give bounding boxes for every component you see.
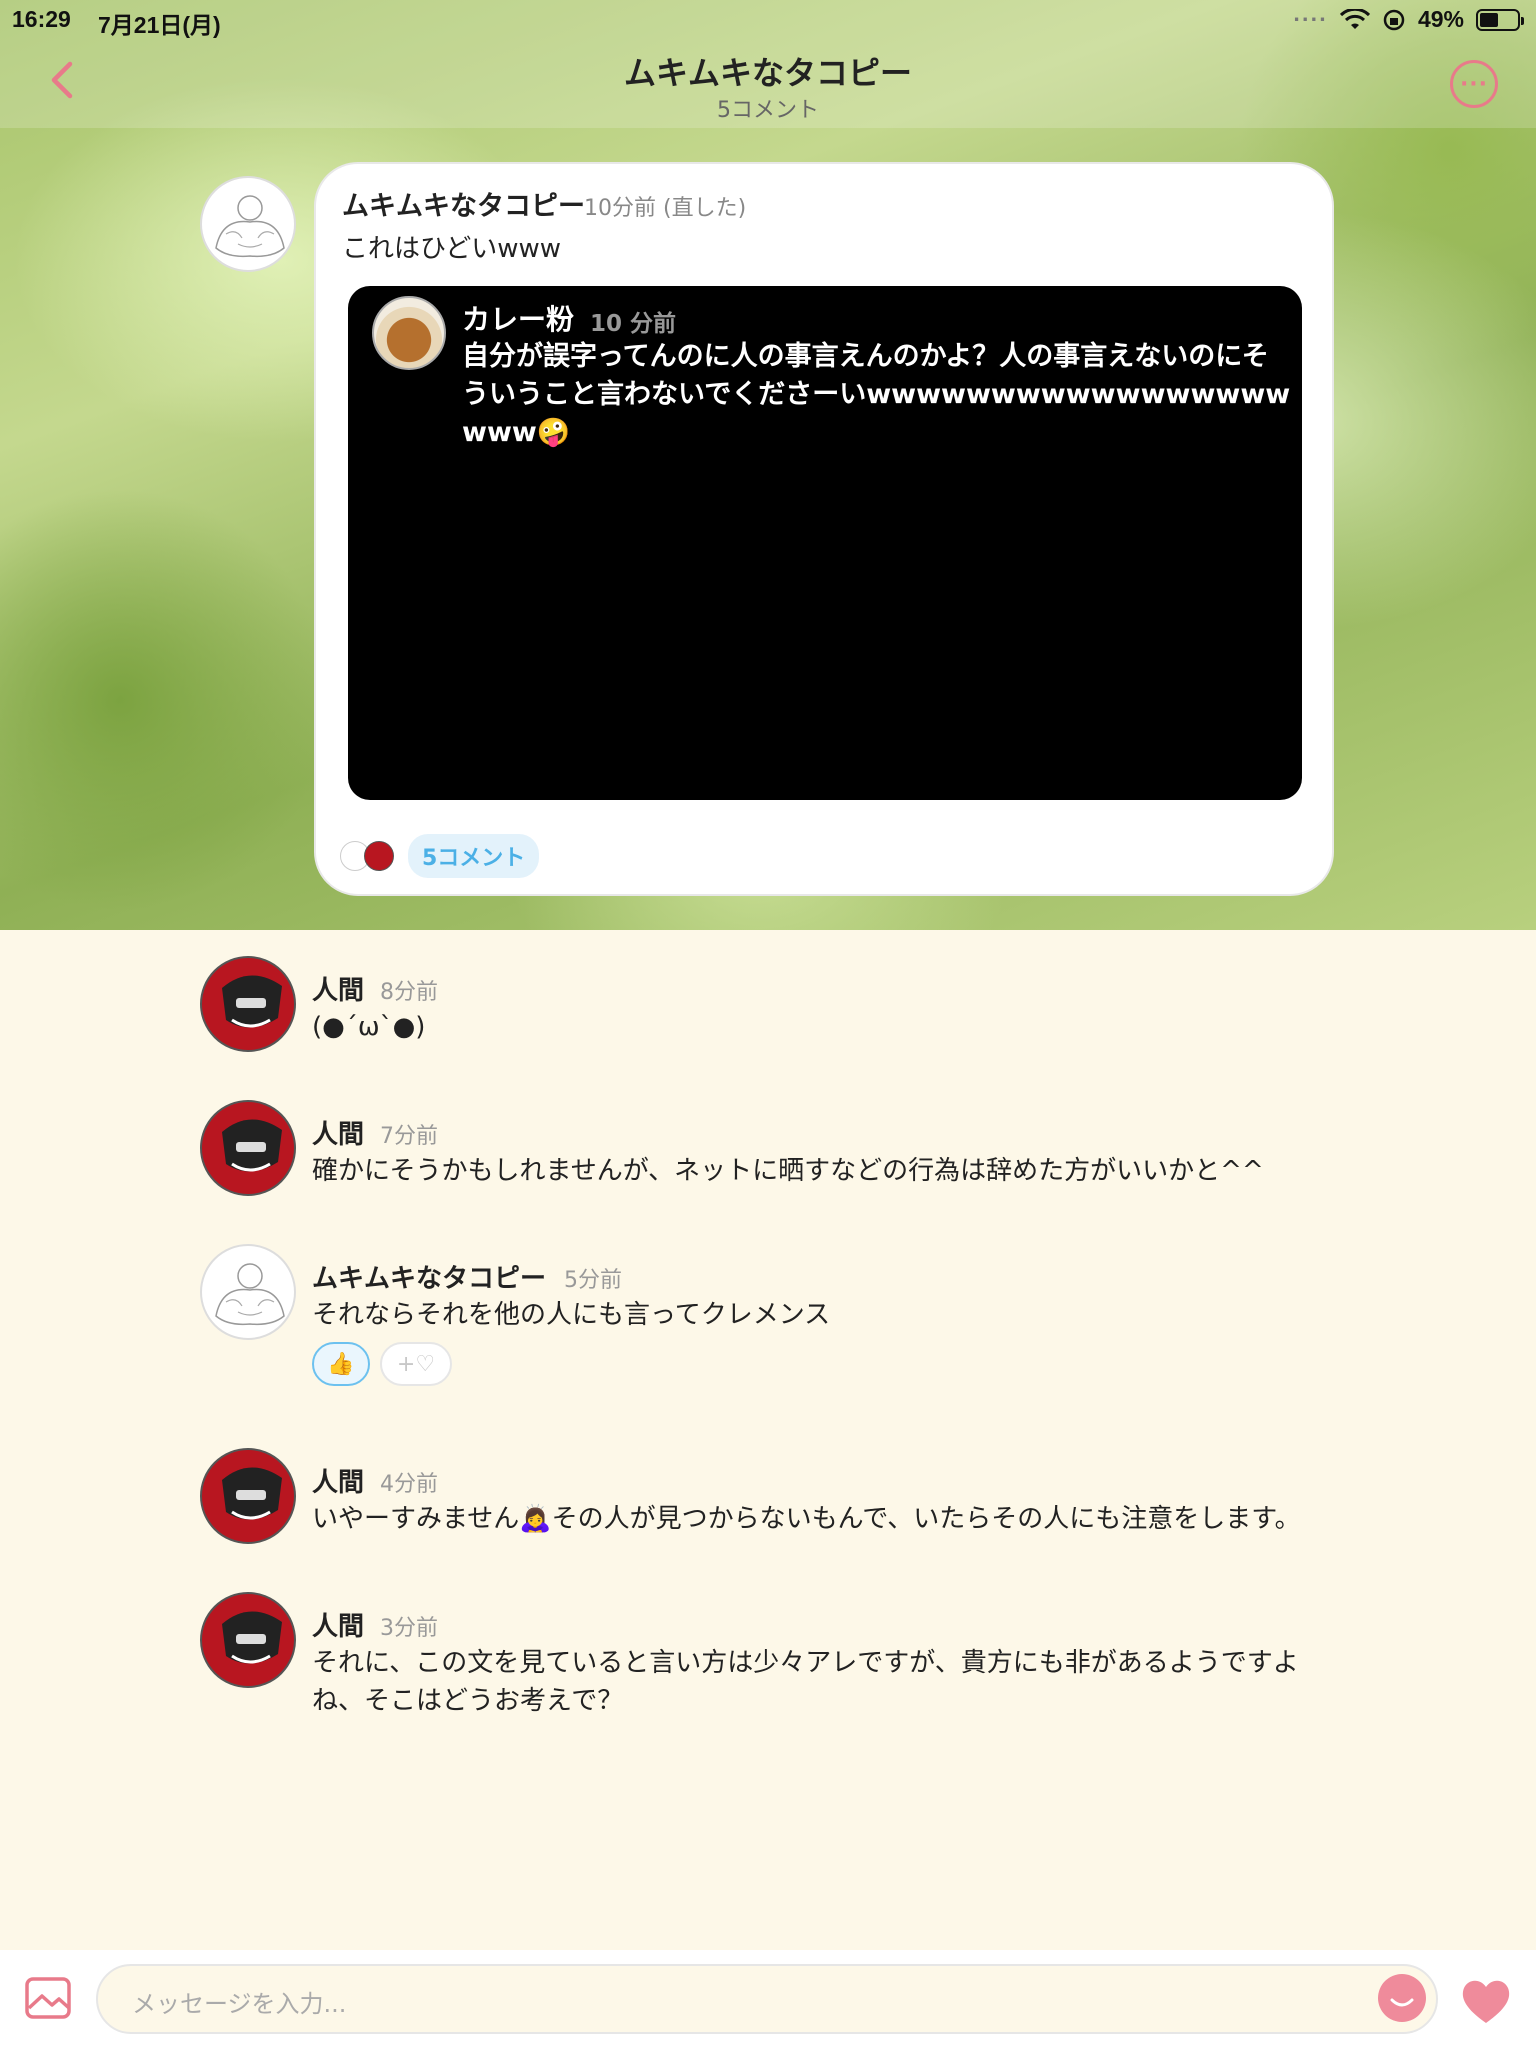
quoted-post[interactable]: カレー粉 10 分前 自分が誤字ってんのに人の事言えんのかよ？人の事言えないのに… bbox=[348, 286, 1302, 800]
status-indicators: ···· 49% bbox=[1293, 6, 1524, 33]
status-time: 16:29 bbox=[12, 6, 71, 32]
avatar[interactable] bbox=[200, 1244, 296, 1340]
emoji-icon[interactable] bbox=[1378, 1974, 1426, 2022]
anime-character-icon bbox=[222, 1467, 282, 1520]
add-reaction-button[interactable]: +♡ bbox=[380, 1342, 452, 1386]
status-date: 7月21日(月) bbox=[98, 12, 221, 38]
comment-text: 確かにそうかもしれませんが、ネットに晒すなどの行為は辞めた方がいいかと^^ bbox=[312, 1156, 1264, 1186]
comment-text: (●´ω`●) bbox=[312, 1012, 426, 1042]
quoted-author: カレー粉 bbox=[462, 303, 575, 336]
comment-author[interactable]: 人間 bbox=[312, 1462, 364, 1499]
message-input[interactable]: メッセージを入力... bbox=[96, 1964, 1438, 2034]
comment-author[interactable]: 人間 bbox=[312, 1114, 364, 1151]
heart-icon[interactable] bbox=[1458, 1976, 1514, 2026]
post-author[interactable]: ムキムキなタコピー bbox=[342, 184, 585, 223]
comment-text: それに、この文を見ていると言い方は少々アレですが、貴方にも非があるようですよね、… bbox=[312, 1648, 1299, 1716]
rotation-lock-icon bbox=[1383, 9, 1405, 30]
avatar[interactable] bbox=[200, 176, 296, 272]
anime-character-icon bbox=[222, 1611, 282, 1664]
comment-time: 4分前 bbox=[380, 1472, 438, 1497]
anime-character-icon bbox=[222, 1119, 282, 1172]
quoted-avatar bbox=[372, 296, 446, 370]
post-text: これはひどいwww bbox=[342, 234, 562, 264]
post-meta: 10分前 (直した) bbox=[584, 196, 747, 221]
signal-dots-icon: ···· bbox=[1293, 6, 1328, 32]
post-footer: 5コメント bbox=[340, 834, 540, 878]
comment-time: 8分前 bbox=[380, 980, 438, 1005]
page-subtitle: 5コメント bbox=[717, 98, 819, 123]
comment-text: いやーすみません🙇‍♀️その人が見つからないもんで、いたらその人にも注意をします… bbox=[312, 1504, 1301, 1534]
battery-percent: 49% bbox=[1417, 6, 1464, 32]
avatar[interactable] bbox=[200, 1100, 296, 1196]
avatar[interactable] bbox=[200, 1448, 296, 1544]
avatar[interactable] bbox=[200, 1592, 296, 1688]
muscle-character-icon bbox=[215, 1263, 285, 1326]
thumbs-up-reaction[interactable]: 👍 bbox=[312, 1342, 370, 1386]
comment-text: それならそれを他の人にも言ってクレメンス bbox=[312, 1300, 831, 1330]
message-bar: メッセージを入力... bbox=[0, 1950, 1536, 2048]
battery-icon bbox=[1476, 8, 1524, 31]
anime-character-icon bbox=[222, 975, 282, 1028]
wifi-icon bbox=[1339, 8, 1370, 29]
image-icon[interactable] bbox=[24, 1976, 72, 2020]
commenter-avatar bbox=[364, 841, 394, 871]
comment-time: 7分前 bbox=[380, 1124, 438, 1149]
post-card[interactable]: ムキムキなタコピー 10分前 (直した) これはひどいwww カレー粉 10 分… bbox=[314, 162, 1334, 896]
avatar[interactable] bbox=[200, 956, 296, 1052]
quoted-time: 10 分前 bbox=[590, 311, 677, 337]
comment-time: 3分前 bbox=[380, 1616, 438, 1641]
comment-author[interactable]: 人間 bbox=[312, 970, 364, 1007]
quoted-text: 自分が誤字ってんのに人の事言えんのかよ？人の事言えないのにそういうこと言わないで… bbox=[462, 341, 1291, 448]
comment-count-button[interactable]: 5コメント bbox=[408, 834, 540, 878]
comment-author[interactable]: ムキムキなタコピー bbox=[312, 1258, 546, 1295]
comment-author[interactable]: 人間 bbox=[312, 1606, 364, 1643]
muscle-character-icon bbox=[215, 195, 285, 258]
page-title: ムキムキなタコピー bbox=[623, 54, 912, 92]
more-icon[interactable]: ··· bbox=[1450, 60, 1498, 108]
comment-time: 5分前 bbox=[564, 1268, 622, 1293]
